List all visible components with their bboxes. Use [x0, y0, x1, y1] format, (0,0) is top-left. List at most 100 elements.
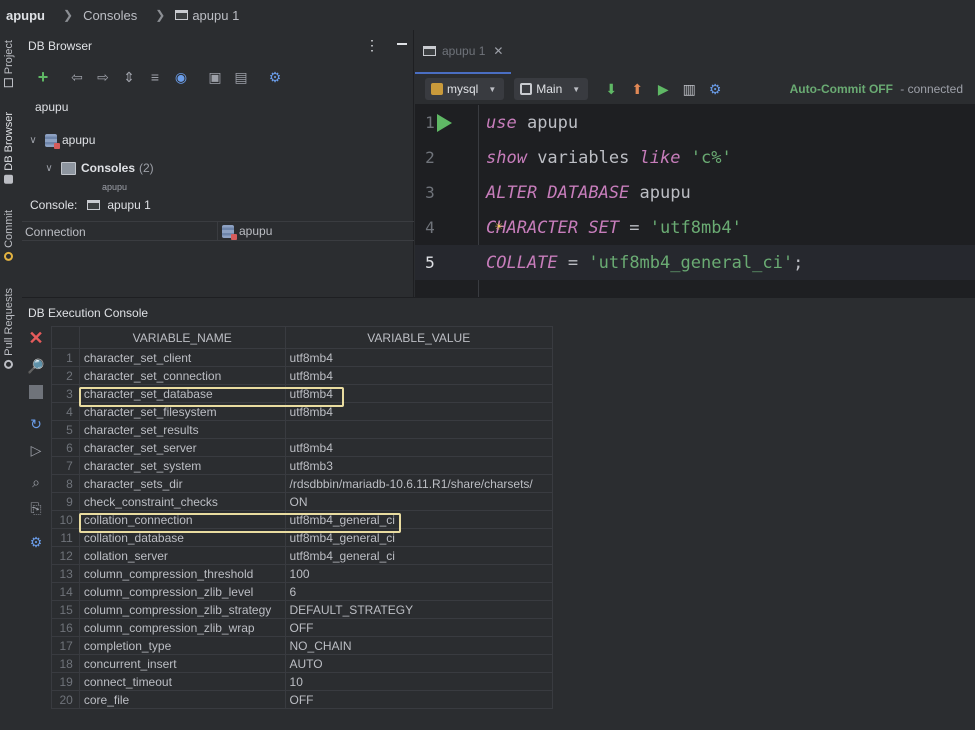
table-row[interactable]: 9 check_constraint_checks ON [51, 492, 554, 511]
variable-value-cell[interactable]: utf8mb4 [284, 348, 554, 367]
session-select[interactable]: Main ▼ [514, 78, 589, 100]
explain-plan-icon[interactable]: ▥ [676, 78, 702, 100]
code-line[interactable]: 4 CHARACTER SET = 'utf8mb4' ☀ [415, 210, 975, 245]
variable-name-cell[interactable]: column_compression_zlib_level [78, 582, 286, 601]
breadcrumb-console[interactable]: apupu 1 [175, 8, 239, 23]
search-results-icon[interactable]: 🔎 [27, 357, 45, 375]
gear-icon[interactable]: ⚙ [27, 533, 45, 551]
tab-commit[interactable]: Commit [3, 210, 15, 261]
variable-value-cell[interactable]: ON [284, 492, 554, 511]
code-line[interactable]: 2 show variables like 'c%' [415, 140, 975, 175]
variable-value-cell[interactable]: DEFAULT_STRATEGY [284, 600, 554, 619]
table-row[interactable]: 19 connect_timeout 10 [51, 672, 554, 691]
variable-name-cell[interactable]: connect_timeout [78, 672, 286, 691]
run-statement-icon[interactable] [437, 113, 452, 132]
code-line[interactable]: 5 COLLATE = 'utf8mb4_general_ci'; [415, 245, 975, 280]
variable-value-cell[interactable]: 10 [284, 672, 554, 691]
table-row[interactable]: 11 collation_database utf8mb4_general_ci [51, 528, 554, 547]
table-row[interactable]: 1 character_set_client utf8mb4 [51, 348, 554, 367]
variable-value-cell[interactable]: AUTO [284, 654, 554, 673]
variable-value-cell[interactable]: NO_CHAIN [284, 636, 554, 655]
tab-apupu-1[interactable]: apupu 1 ✕ [415, 30, 511, 74]
add-icon[interactable]: + [30, 66, 56, 88]
variable-name-cell[interactable]: collation_database [78, 528, 286, 547]
variable-name-cell[interactable]: character_set_server [78, 438, 286, 457]
variable-value-cell[interactable] [284, 420, 554, 439]
table-row[interactable]: 3 character_set_database utf8mb4 [51, 384, 554, 403]
code-line[interactable]: 3 ALTER DATABASE apupu [415, 175, 975, 210]
execute-icon[interactable]: ▷ [27, 441, 45, 459]
search-icon[interactable]: ⌕ [27, 473, 45, 491]
back-icon[interactable]: ⇦ [64, 66, 90, 88]
variable-name-cell[interactable]: column_compression_zlib_strategy [78, 600, 286, 619]
variable-value-cell[interactable]: /rdsdbbin/mariadb-10.6.11.R1/share/chars… [284, 474, 554, 493]
autocommit-label[interactable]: Auto-Commit OFF [790, 82, 893, 96]
refresh-icon[interactable]: ↻ [27, 415, 45, 433]
variable-name-cell[interactable]: core_file [78, 690, 286, 709]
variable-name-cell[interactable]: concurrent_insert [78, 654, 286, 673]
variable-name-cell[interactable]: character_set_system [78, 456, 286, 475]
table-row[interactable]: 10 collation_connection utf8mb4_general_ci [51, 510, 554, 529]
tab-pull-requests[interactable]: Pull Requests [3, 288, 15, 369]
column-header-variable-value[interactable]: VARIABLE_VALUE [284, 326, 554, 349]
copy-icon[interactable]: ⎘ [27, 499, 45, 517]
variable-value-cell[interactable]: OFF [284, 690, 554, 709]
table-row[interactable]: 7 character_set_system utf8mb3 [51, 456, 554, 475]
table-row[interactable]: 14 column_compression_zlib_level 6 [51, 582, 554, 601]
variable-name-cell[interactable]: check_constraint_checks [78, 492, 286, 511]
table-row[interactable]: 8 character_sets_dir/rdsdbbin/mariadb-10.… [51, 474, 554, 493]
breadcrumb-project[interactable]: apupu [6, 8, 45, 23]
tree-node-connection[interactable]: ∨ apupu [22, 126, 414, 154]
expand-all-icon[interactable]: ⇕ [116, 66, 142, 88]
variable-name-cell[interactable]: character_set_client [78, 348, 286, 367]
schema-filter-icon[interactable]: ◉ [168, 66, 194, 88]
chevron-down-icon[interactable]: ∨ [26, 135, 40, 146]
variable-value-cell[interactable]: utf8mb3 [284, 456, 554, 475]
table-row[interactable]: 4 character_set_filesystem utf8mb4 [51, 402, 554, 421]
variable-name-cell[interactable]: character_set_filesystem [78, 402, 286, 421]
code-area[interactable]: 1 use apupu 2 show variables like 'c%' 3 ALTE… [415, 105, 975, 297]
settings-icon[interactable]: ⚙ [262, 66, 288, 88]
table-row[interactable]: 17 completion_type NO_CHAIN [51, 636, 554, 655]
minimize-icon[interactable] [397, 43, 407, 45]
variable-name-cell[interactable]: column_compression_threshold [78, 564, 286, 583]
tab-db-browser[interactable]: DB Browser [3, 112, 15, 184]
variable-value-cell[interactable]: 6 [284, 582, 554, 601]
table-row[interactable]: 20 core_file OFF [51, 690, 554, 709]
table-row[interactable]: 13 column_compression_threshold 100 [51, 564, 554, 583]
run-icon[interactable]: ▶ [650, 78, 676, 100]
close-icon[interactable]: ✕ [27, 328, 45, 348]
table-row[interactable]: 18 concurrent_insert AUTO [51, 654, 554, 673]
variable-value-cell[interactable]: utf8mb4_general_ci [284, 528, 554, 547]
variable-name-cell[interactable]: collation_connection [78, 510, 286, 529]
more-options-icon[interactable]: ⋮ [365, 37, 379, 54]
table-row[interactable]: 5 character_set_results [51, 420, 554, 439]
variable-value-cell[interactable]: utf8mb4_general_ci [284, 510, 554, 529]
tree-node-consoles[interactable]: ∨ Consoles (2) [22, 154, 414, 182]
variable-value-cell[interactable]: OFF [284, 618, 554, 637]
variable-value-cell[interactable]: utf8mb4_general_ci [284, 546, 554, 565]
variable-name-cell[interactable]: collation_server [78, 546, 286, 565]
variable-value-cell[interactable]: utf8mb4 [284, 438, 554, 457]
tab-project[interactable]: Project [3, 40, 15, 88]
table-row[interactable]: 6 character_set_server utf8mb4 [51, 438, 554, 457]
intention-bulb-icon[interactable]: ☀ [495, 220, 503, 235]
variable-value-cell[interactable]: utf8mb4 [284, 366, 554, 385]
breadcrumb-consoles[interactable]: Consoles [83, 8, 137, 23]
variable-value-cell[interactable]: 100 [284, 564, 554, 583]
variable-name-cell[interactable]: character_set_database [78, 384, 286, 403]
table-row[interactable]: 2 character_set_connection utf8mb4 [51, 366, 554, 385]
code-line[interactable]: 1 use apupu [415, 105, 975, 140]
stop-icon[interactable] [27, 383, 45, 401]
column-header-variable-name[interactable]: VARIABLE_NAME [78, 326, 286, 349]
variable-value-cell[interactable]: utf8mb4 [284, 402, 554, 421]
variable-name-cell[interactable]: column_compression_zlib_wrap [78, 618, 286, 637]
table-row[interactable]: 12 collation_server utf8mb4_general_ci [51, 546, 554, 565]
commit-icon[interactable]: ⬇ [598, 78, 624, 100]
settings-icon[interactable]: ⚙ [702, 78, 728, 100]
variable-name-cell[interactable]: character_sets_dir [78, 474, 286, 493]
new-console-icon[interactable]: ▤ [228, 66, 254, 88]
table-row[interactable]: 15 column_compression_zlib_strategy DEFAUL… [51, 600, 554, 619]
variable-value-cell[interactable]: utf8mb4 [284, 384, 554, 403]
chevron-down-icon[interactable]: ∨ [42, 163, 56, 174]
